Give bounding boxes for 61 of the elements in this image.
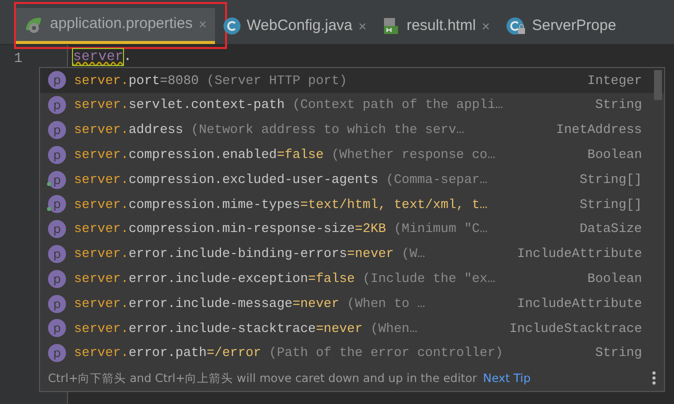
property-icon: p [48, 270, 66, 288]
property-icon: p [48, 319, 66, 338]
completion-item[interactable]: p server.error.path=/error (Path of the error controller) String [40, 340, 664, 366]
file-tab[interactable]: ServerPrope [498, 8, 624, 44]
property-icon: p [48, 146, 66, 164]
property-text: server.error.include-stacktrace=never (When… [74, 320, 418, 338]
completion-item[interactable]: p server.error.include-binding-errors=never (W… IncludeAttribute [40, 242, 664, 266]
property-icon: p [48, 244, 66, 263]
property-icon: p [48, 195, 66, 214]
completion-item[interactable]: p server.error.include-stacktrace=never (When… IncludeStacktrace [40, 316, 664, 341]
completion-item[interactable]: p server.compression.excluded-user-agents (Comma-separ… String[] [40, 167, 664, 192]
property-text: server.error.path=/error (Path of the error controller) [74, 344, 504, 362]
property-icon: p [48, 96, 66, 114]
more-icon[interactable] [652, 371, 656, 386]
completion-item[interactable]: p server.error.include-exception=false (Include the "ex… Boolean [40, 266, 664, 292]
property-icon: p [48, 71, 66, 90]
type-label: IncludeAttribute [516, 294, 642, 313]
completion-item[interactable]: p server.error.include-message=never (When to … IncludeAttribute [40, 291, 664, 316]
type-label: Integer [586, 72, 642, 90]
next-tip-link[interactable]: Next Tip [483, 370, 531, 387]
property-text: server.compression.min-response-size=2KB (Minimum "C… [74, 220, 488, 238]
property-text: server.address (Network address to which the serv… [74, 121, 464, 140]
property-icon: p [48, 220, 66, 238]
type-label: Boolean [586, 146, 642, 164]
type-label: Boolean [586, 270, 642, 288]
property-icon: p [48, 170, 66, 189]
type-label: String [594, 96, 642, 114]
leaf-gear-icon [24, 16, 44, 34]
type-label: String[] [578, 170, 642, 189]
property-text: server.error.include-message=never (When to … [74, 294, 426, 313]
property-text: server.compression.excluded-user-agents (Comma-separ… [74, 170, 488, 189]
file-tab[interactable]: WebConfig.java × [214, 8, 375, 44]
scrollbar[interactable] [654, 70, 662, 100]
completion-item[interactable]: p server.compression.mime-types=text/html, text/xml, t… String[] [40, 192, 664, 217]
type-label: InetAddress [555, 121, 642, 140]
type-label: IncludeStacktrace [508, 320, 642, 338]
type-label: String [594, 344, 642, 362]
locked-class-icon [506, 17, 526, 35]
file-tab[interactable]: result.html × [374, 8, 498, 44]
completion-item[interactable]: p server.servlet.context-path (Context path of the appli… String [40, 92, 664, 118]
property-text: server.compression.enabled=false (Whether response co… [74, 146, 496, 164]
property-icon: p [48, 120, 66, 139]
property-text: server.servlet.context-path (Context path of the appli… [74, 96, 504, 114]
type-label: IncludeAttribute [516, 245, 642, 264]
class-icon [222, 17, 241, 35]
property-icon: p [48, 294, 66, 313]
line-number: 1 [14, 51, 22, 67]
code-text: server. [73, 49, 132, 65]
property-text: server.port=8080 (Server HTTP port) [74, 72, 348, 90]
type-label: DataSize [578, 220, 642, 238]
property-text: server.compression.mime-types=text/html, text/xml, t… [74, 196, 488, 214]
property-icon: p [48, 344, 66, 362]
html-file-icon [382, 17, 401, 35]
type-label: String[] [578, 196, 642, 214]
completion-item[interactable]: p server.address (Network address to which the serv… InetAddress [40, 118, 664, 142]
property-text: server.error.include-exception=false (Include the "ex… [74, 270, 496, 288]
completion-item[interactable]: p server.compression.min-response-size=2KB (Minimum "C… DataSize [40, 216, 664, 242]
completion-item[interactable]: p server.port=8080 (Server HTTP port) Integer [40, 68, 664, 93]
property-text: server.error.include-binding-errors=never (W… [74, 245, 426, 264]
tip-text: Ctrl+向下箭头 and Ctrl+向上箭头 will move caret down and up in the editor [48, 370, 478, 387]
completion-item[interactable]: p server.compression.enabled=false (Whether response co… Boolean [40, 142, 664, 168]
